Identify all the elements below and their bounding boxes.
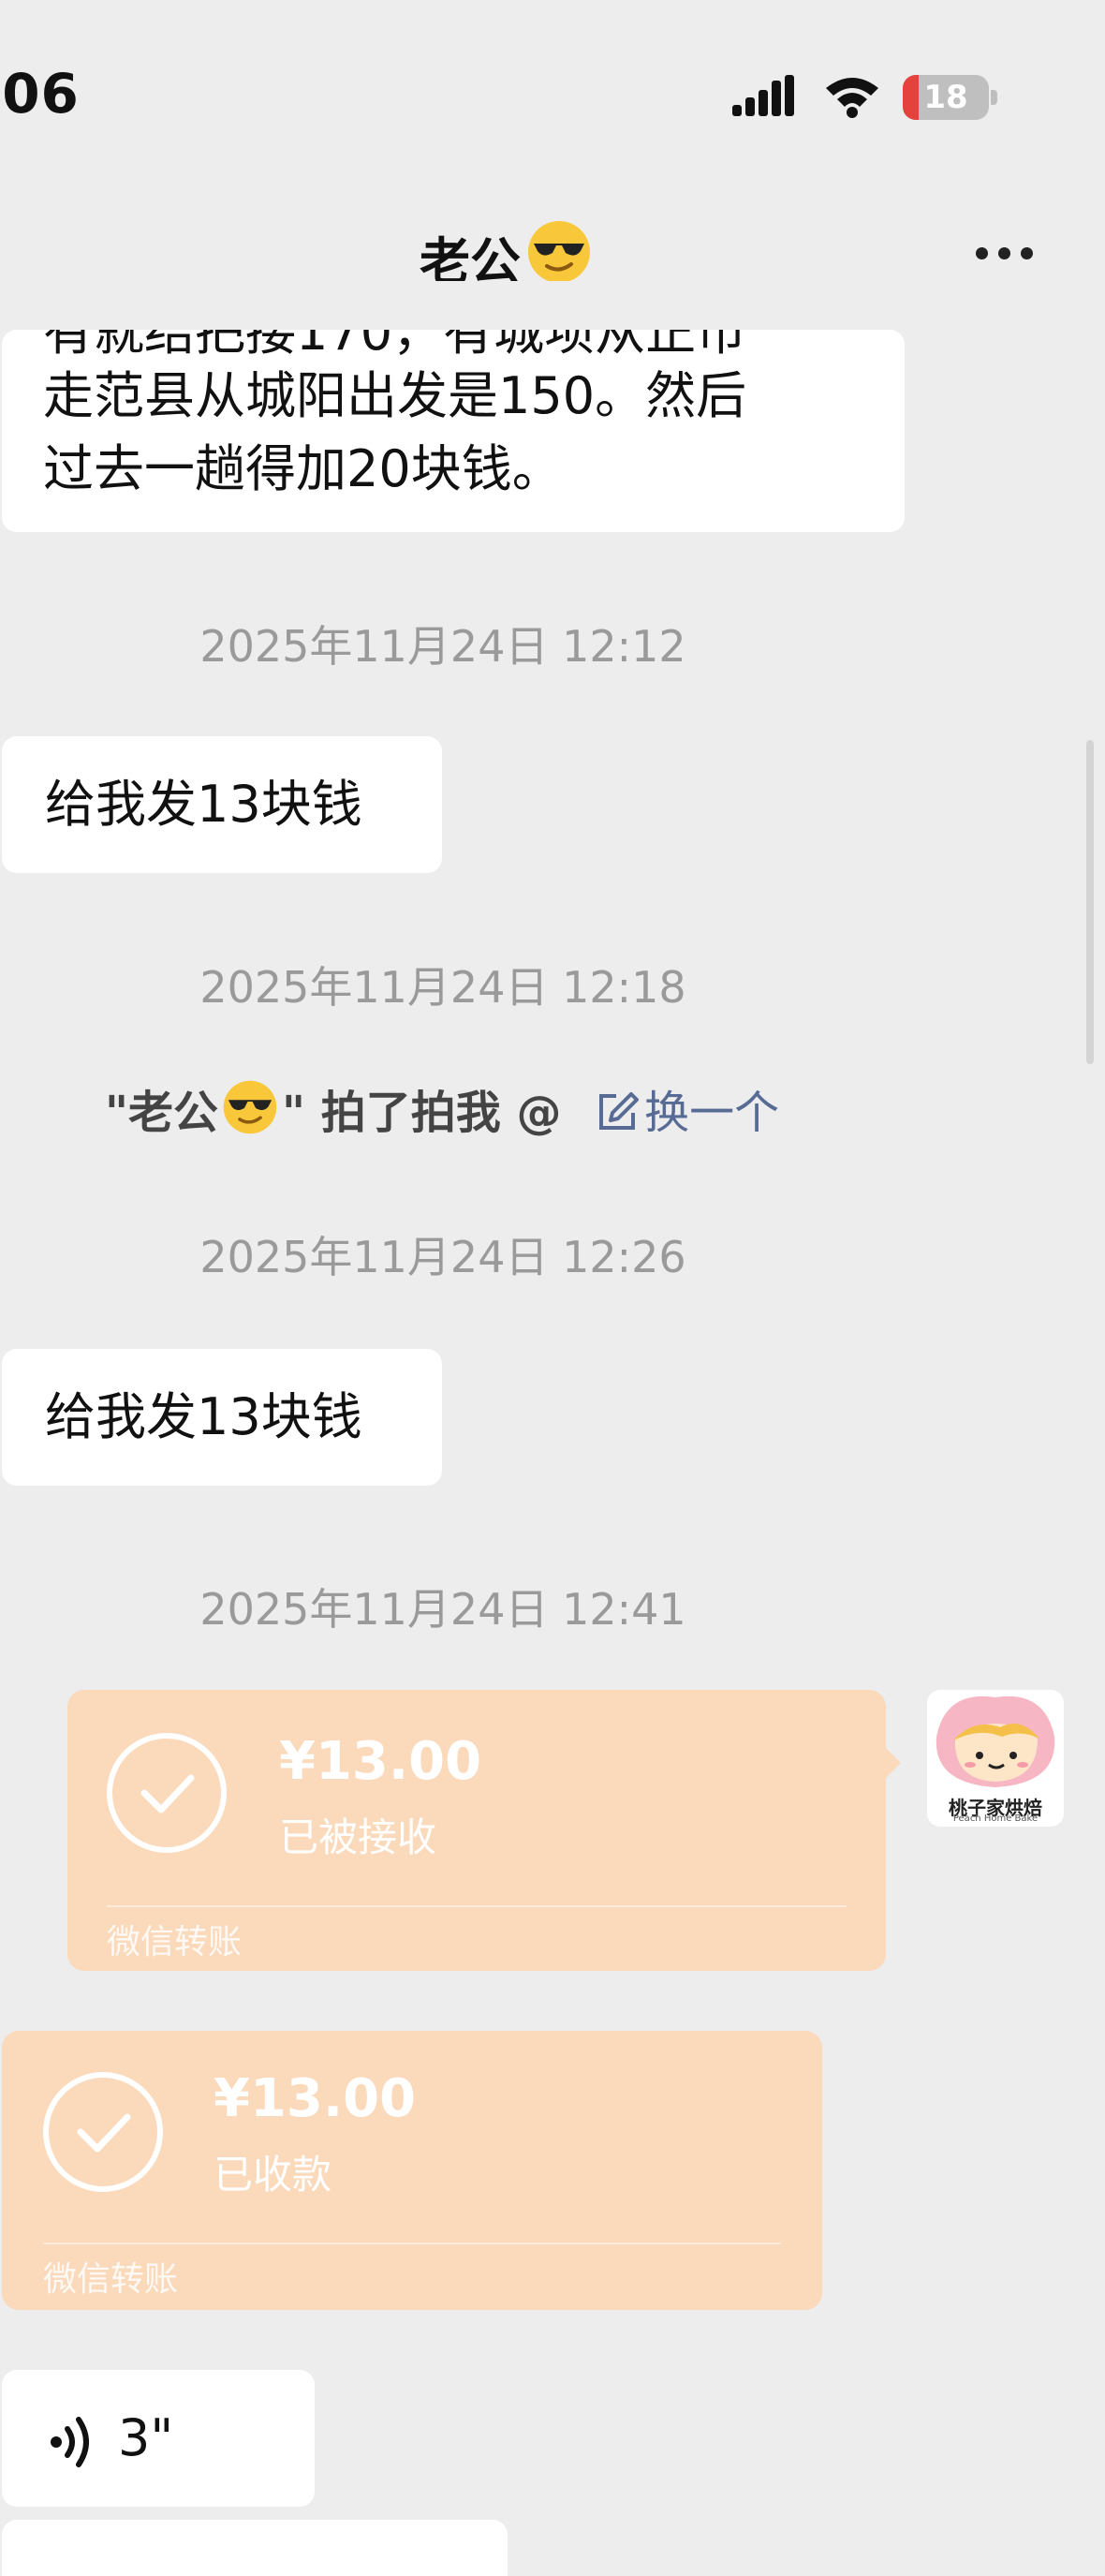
voice-duration: 3" (118, 2408, 174, 2467)
transfer-amount: ¥13.00 (214, 2068, 417, 2129)
battery-indicator: 18 (903, 75, 989, 120)
voice-message-bubble[interactable]: 3" (2, 2370, 315, 2507)
transfer-status: 已收款 (214, 2152, 332, 2198)
incoming-message-bubble[interactable]: 给我发13块钱 (2, 736, 442, 873)
peach-face-icon (936, 1695, 1055, 1787)
edit-icon (596, 1090, 640, 1145)
pat-suffix: " 拍了拍我 @ (282, 1087, 562, 1139)
more-dots-icon[interactable] (976, 245, 1043, 263)
sunglasses-emoji-icon (222, 1079, 278, 1147)
avatar[interactable]: 桃子家烘焙 Peach Home Bake (927, 1690, 1064, 1827)
scrollbar[interactable] (1086, 740, 1094, 1064)
transfer-status: 已被接收 (279, 1814, 437, 1860)
avatar-sub-text: Peach Home Bake (952, 1814, 1039, 1824)
change-pat-label: 换一个 (644, 1087, 780, 1139)
check-circle-icon (43, 2072, 163, 2192)
message-line: 走范县从城阳出发是150。然后 (43, 366, 747, 425)
change-pat-link[interactable]: 换一个 (596, 1087, 779, 1139)
timestamp: 2025年11月24日 12:18 (199, 962, 686, 1013)
timestamp: 2025年11月24日 12:26 (199, 1232, 686, 1282)
cellular-signal-icon (732, 75, 798, 124)
voice-wave-icon (49, 2415, 94, 2488)
transfer-card-sent[interactable]: ¥13.00 已被接收 微信转账 (67, 1690, 886, 1971)
incoming-message-bubble-clipped[interactable] (2, 2520, 508, 2576)
bubble-tail (884, 1746, 901, 1780)
nav-bar-background (0, 281, 1105, 330)
transfer-brand: 微信转账 (107, 1923, 243, 1962)
timestamp: 2025年11月24日 12:41 (199, 1584, 686, 1635)
transfer-amount: ¥13.00 (279, 1731, 482, 1792)
divider (43, 2243, 781, 2244)
wifi-icon (822, 73, 882, 122)
incoming-message-bubble[interactable]: 有就结把接170，有城坝从正市 走范县从城阳出发是150。然后 过去一趟得加20… (2, 303, 905, 532)
pat-prefix: "老公 (105, 1087, 219, 1139)
status-time: :06 (0, 62, 80, 126)
transfer-card-received[interactable]: ¥13.00 已收款 微信转账 (2, 2031, 822, 2310)
battery-percentage: 18 (923, 79, 968, 116)
transfer-brand: 微信转账 (43, 2260, 179, 2299)
message-line: 过去一趟得加20块钱。 (43, 439, 563, 498)
pat-notice: "老公 " 拍了拍我 @ 换一个 (105, 1075, 779, 1147)
check-circle-icon (107, 1733, 227, 1853)
battery-cap (991, 90, 997, 105)
divider (107, 1905, 847, 1907)
incoming-message-bubble[interactable]: 给我发13块钱 (2, 1349, 442, 1486)
timestamp: 2025年11月24日 12:12 (199, 621, 686, 672)
